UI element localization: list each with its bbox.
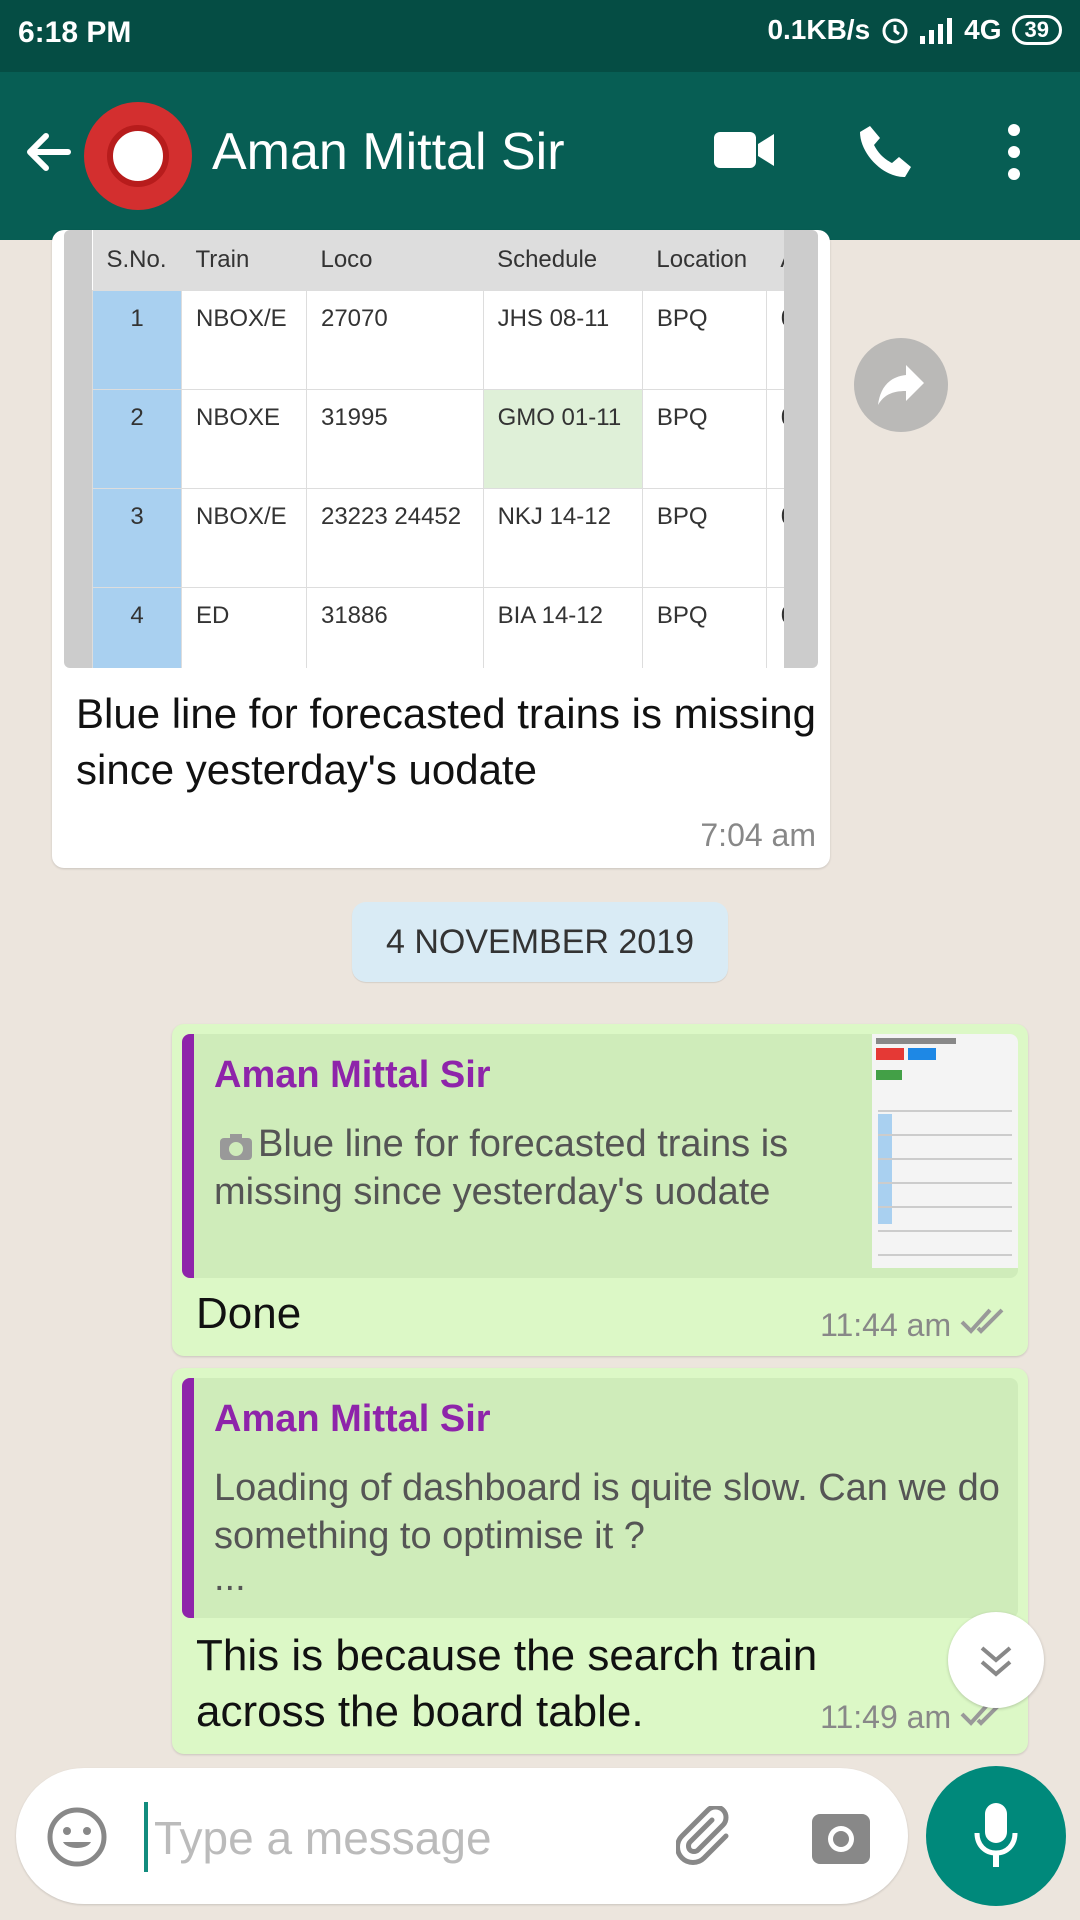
back-arrow-icon[interactable] bbox=[20, 124, 76, 180]
mic-icon bbox=[974, 1803, 1018, 1867]
table-cell: NBOX/E bbox=[181, 488, 307, 588]
table-cell: 3 bbox=[92, 488, 182, 588]
table-cell: BPQ bbox=[641, 587, 767, 668]
text-cursor bbox=[144, 1802, 148, 1872]
incoming-image-message[interactable]: S.No. Train Loco Schedule Location Arr 1… bbox=[52, 230, 830, 868]
table-cell: BIA 14-12 bbox=[482, 587, 643, 668]
double-check-icon bbox=[960, 1308, 1004, 1334]
table-row: 4 ED 31886 BIA 14-12 BPQ 03: bbox=[92, 587, 784, 668]
phone-icon[interactable] bbox=[856, 122, 916, 182]
camera-icon[interactable] bbox=[810, 1808, 872, 1870]
outgoing-reply-message[interactable]: Aman Mittal Sir Loading of dashboard is … bbox=[172, 1368, 1028, 1754]
signal-icon bbox=[920, 18, 953, 44]
table-cell: 00: bbox=[765, 389, 784, 489]
schedule-table: S.No. Train Loco Schedule Location Arr 1… bbox=[92, 230, 784, 668]
message-text: Done bbox=[196, 1289, 302, 1338]
attach-icon[interactable] bbox=[676, 1806, 742, 1872]
table-cell: NBOXE bbox=[181, 389, 307, 489]
table-cell: 23223 24452 bbox=[305, 488, 484, 588]
table-row: 3 NBOX/E 23223 24452 NKJ 14-12 BPQ 03: bbox=[92, 488, 784, 588]
image-screenshot: S.No. Train Loco Schedule Location Arr 1… bbox=[92, 230, 784, 668]
table-cell: NBOX/E bbox=[181, 290, 307, 390]
quoted-message[interactable]: Aman Mittal Sir Loading of dashboard is … bbox=[182, 1378, 1018, 1618]
chat-header: Aman Mittal Sir bbox=[0, 72, 1080, 240]
contact-name[interactable]: Aman Mittal Sir bbox=[212, 122, 565, 182]
table-cell: 4 bbox=[92, 587, 182, 668]
table-header: Loco bbox=[306, 230, 484, 291]
date-separator: 4 NOVEMBER 2019 bbox=[352, 902, 728, 982]
quoted-text: Blue line for forecasted trains is missi… bbox=[214, 1123, 789, 1213]
message-text: This is because the search train across … bbox=[196, 1631, 818, 1736]
table-header: Schedule bbox=[483, 230, 643, 291]
video-call-icon[interactable] bbox=[712, 122, 776, 178]
battery-icon: 39 bbox=[1011, 15, 1062, 45]
status-indicators: 0.1KB/s 4G 39 bbox=[767, 14, 1062, 46]
table-cell: JHS 08-11 bbox=[482, 290, 643, 390]
message-time: 7:04 am bbox=[700, 817, 816, 853]
scroll-down-button[interactable] bbox=[948, 1612, 1044, 1708]
mic-button[interactable] bbox=[926, 1766, 1066, 1906]
table-cell: NKJ 14-12 bbox=[482, 488, 643, 588]
table-header-row: S.No. Train Loco Schedule Location Arr bbox=[92, 230, 784, 291]
alarm-icon bbox=[882, 18, 908, 44]
table-header: S.No. bbox=[92, 230, 182, 291]
message-meta: 11:44 am bbox=[820, 1306, 1008, 1344]
network-type: 4G bbox=[964, 14, 1002, 45]
net-speed: 0.1KB/s bbox=[767, 14, 871, 45]
message-time: 11:49 am bbox=[820, 1699, 952, 1735]
message-image[interactable]: S.No. Train Loco Schedule Location Arr 1… bbox=[64, 230, 818, 668]
emoji-icon[interactable] bbox=[46, 1806, 108, 1868]
quoted-sender: Aman Mittal Sir bbox=[214, 1054, 491, 1096]
table-cell: 31886 bbox=[305, 587, 484, 668]
table-cell: 03: bbox=[765, 488, 784, 588]
outgoing-reply-message[interactable]: Aman Mittal Sir Blue line for forecasted… bbox=[172, 1024, 1028, 1356]
message-composer bbox=[16, 1768, 908, 1904]
table-cell: GMO 01-11 bbox=[482, 389, 643, 489]
table-cell: 31995 bbox=[305, 389, 484, 489]
message-time: 11:44 am bbox=[820, 1307, 952, 1343]
quoted-ellipsis: ... bbox=[214, 1557, 246, 1599]
quoted-sender: Aman Mittal Sir bbox=[214, 1398, 491, 1440]
chevron-down-icon bbox=[980, 1646, 1012, 1677]
quoted-image-thumbnail bbox=[872, 1034, 1018, 1268]
table-cell: 27070 bbox=[305, 290, 484, 390]
table-cell: BPQ bbox=[641, 389, 767, 489]
chat-screen: 6:18 PM 0.1KB/s 4G 39 Aman Mittal Sir S.… bbox=[0, 0, 1080, 1920]
table-row: 1 NBOX/E 27070 JHS 08-11 BPQ 00: bbox=[92, 290, 784, 390]
status-bar: 6:18 PM 0.1KB/s 4G 39 bbox=[0, 0, 1080, 72]
share-icon[interactable] bbox=[854, 338, 948, 432]
quoted-text: Loading of dashboard is quite slow. Can … bbox=[214, 1467, 1000, 1557]
quoted-message[interactable]: Aman Mittal Sir Blue line for forecasted… bbox=[182, 1034, 1018, 1278]
table-header: Train bbox=[181, 230, 307, 291]
message-caption: Blue line for forecasted trains is missi… bbox=[76, 690, 816, 793]
more-vert-icon[interactable] bbox=[1000, 122, 1028, 182]
table-cell: 00: bbox=[765, 290, 784, 390]
share-arrow-icon bbox=[878, 365, 924, 405]
railway-logo bbox=[107, 125, 169, 187]
message-input[interactable] bbox=[152, 1794, 576, 1882]
table-cell: 2 bbox=[92, 389, 182, 489]
table-header: Location bbox=[642, 230, 767, 291]
table-cell: ED bbox=[181, 587, 307, 668]
table-cell: BPQ bbox=[641, 488, 767, 588]
table-cell: 1 bbox=[92, 290, 182, 390]
table-header: Arr bbox=[766, 230, 784, 291]
table-cell: 03: bbox=[765, 587, 784, 668]
table-cell: BPQ bbox=[641, 290, 767, 390]
status-time: 6:18 PM bbox=[18, 16, 132, 49]
avatar[interactable] bbox=[84, 102, 192, 210]
table-row: 2 NBOXE 31995 GMO 01-11 BPQ 00: bbox=[92, 389, 784, 489]
